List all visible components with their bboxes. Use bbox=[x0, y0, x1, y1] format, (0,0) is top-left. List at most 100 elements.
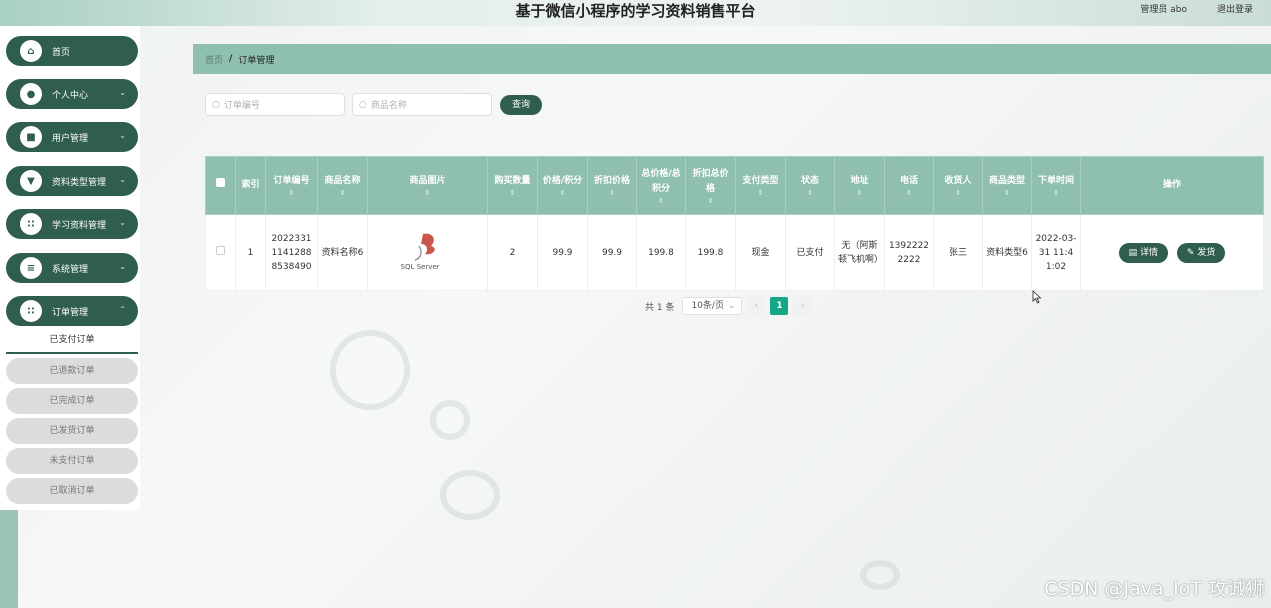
cell-discount-total: 199.8 bbox=[685, 214, 736, 291]
orders-table: 索引 订单编号 ⇕ 商品名称 ⇕ 商品图片 ⇕ 购买数量 ⇕ 价格/积分 ⇕ 折扣价格 ⇕ … bbox=[205, 156, 1264, 291]
sort-icon: ⇕ bbox=[1004, 189, 1010, 197]
sidebar-item-user-management[interactable]: ■ 用户管理 ⌄ bbox=[6, 122, 138, 152]
column-header[interactable]: 收货人 ⇕ bbox=[933, 156, 983, 215]
cell-phone: 13922222222 bbox=[884, 214, 934, 291]
column-header[interactable]: 折扣总价格 ⇕ bbox=[685, 156, 736, 215]
cell-address: 无（阿斯顿飞机啊） bbox=[834, 214, 885, 291]
edit-icon: ✎ bbox=[1186, 247, 1198, 258]
breadcrumb-separator: / bbox=[229, 54, 233, 64]
page-number-button[interactable]: 1 bbox=[770, 297, 789, 315]
sort-icon: ⇕ bbox=[955, 189, 961, 197]
breadcrumb-current: 订单管理 bbox=[238, 55, 275, 66]
product-name-input[interactable]: ○ 商品名称 bbox=[352, 93, 492, 116]
order-no-input[interactable]: ○ 订单编号 bbox=[205, 93, 345, 116]
list-icon: ≡ bbox=[20, 257, 42, 279]
pagination: 共 1 条 10条/页 ⌄ ‹ 1 › bbox=[645, 297, 812, 315]
submenu-paid-orders[interactable]: 已支付订单 bbox=[6, 326, 138, 354]
row-select-cell[interactable] bbox=[205, 214, 236, 291]
admin-user-label: 管理员 abo bbox=[1140, 5, 1187, 15]
column-header[interactable]: 总价格/总积分 ⇕ bbox=[636, 156, 686, 215]
select-all-checkbox[interactable] bbox=[216, 178, 225, 187]
type-icon: ▼ bbox=[20, 170, 42, 192]
column-header[interactable]: 地址 ⇕ bbox=[834, 156, 885, 215]
grid-icon: ∷ bbox=[20, 300, 42, 322]
cell-order-no: 202233111412888538490 bbox=[265, 214, 318, 291]
product-name-placeholder: 商品名称 bbox=[370, 101, 407, 111]
page-background bbox=[0, 0, 1271, 608]
column-header[interactable]: 商品图片 ⇕ bbox=[367, 156, 488, 215]
top-header: 基于微信小程序的学习资料销售平台 管理员 abo 退出登录 bbox=[0, 0, 1271, 26]
chevron-down-icon: ⌄ bbox=[119, 262, 126, 271]
sort-icon: ⇕ bbox=[757, 189, 764, 197]
submenu-refunded-orders[interactable]: 已退款订单 bbox=[6, 358, 138, 384]
sidebar-item-label: 首页 bbox=[52, 47, 71, 58]
cell-product-type: 资料类型6 bbox=[982, 214, 1032, 291]
next-page-button[interactable]: › bbox=[793, 297, 812, 315]
ship-button[interactable]: ✎ 发货 bbox=[1176, 242, 1226, 263]
sidebar-item-label: 个人中心 bbox=[52, 90, 89, 101]
column-header[interactable]: 电话 ⇕ bbox=[884, 156, 934, 215]
column-header[interactable]: 支付类型 ⇕ bbox=[735, 156, 786, 215]
sort-icon: ⇕ bbox=[856, 189, 863, 197]
sidebar-item-label: 系统管理 bbox=[52, 264, 89, 275]
sidebar-item-system[interactable]: ≡ 系统管理 ⌄ bbox=[6, 253, 138, 283]
sidebar-item-personal-center[interactable]: ● 个人中心 ⌄ bbox=[6, 79, 138, 109]
person-icon: ● bbox=[20, 83, 42, 105]
sort-icon: ⇕ bbox=[424, 189, 431, 197]
chevron-down-icon: ⌄ bbox=[119, 88, 126, 97]
breadcrumb-home[interactable]: 首页 bbox=[205, 53, 223, 66]
grid-icon: ∷ bbox=[20, 213, 42, 235]
chevron-down-icon: ⌄ bbox=[727, 301, 736, 311]
column-header[interactable]: 订单编号 ⇕ bbox=[265, 156, 318, 215]
column-header[interactable]: 状态 ⇕ bbox=[785, 156, 835, 215]
chevron-down-icon: ⌄ bbox=[119, 131, 126, 140]
watermark: CSDN @Java_IoT 攻诚狮 bbox=[1044, 578, 1265, 600]
sidebar-item-label: 用户管理 bbox=[52, 133, 89, 144]
cell-receiver: 张三 bbox=[933, 214, 983, 291]
sidebar-item-label: 资料类型管理 bbox=[52, 177, 107, 188]
user-icon: ■ bbox=[20, 126, 42, 148]
detail-button[interactable]: ▤ 详情 bbox=[1118, 242, 1169, 263]
submenu-completed-orders[interactable]: 已完成订单 bbox=[6, 388, 138, 414]
submenu-unpaid-orders[interactable]: 未支付订单 bbox=[6, 448, 138, 474]
product-image: SQL Server bbox=[393, 226, 463, 280]
prev-page-button[interactable]: ‹ bbox=[747, 297, 766, 315]
column-header: 索引 bbox=[235, 156, 266, 215]
cell-order-time: 2022-03-31 11:41:02 bbox=[1031, 214, 1081, 291]
submenu-shipped-orders[interactable]: 已发货订单 bbox=[6, 418, 138, 444]
chevron-down-icon: ⌄ bbox=[119, 175, 126, 184]
select-all-header[interactable] bbox=[205, 156, 236, 215]
column-header[interactable]: 购买数量 ⇕ bbox=[487, 156, 538, 215]
page-size-select[interactable]: 10条/页 ⌄ bbox=[682, 297, 743, 315]
search-button[interactable]: 查询 bbox=[500, 95, 542, 115]
image-caption: SQL Server bbox=[400, 262, 440, 271]
cell-pay-type: 现金 bbox=[735, 214, 786, 291]
sidebar-item-study-material[interactable]: ∷ 学习资料管理 ⌄ bbox=[6, 209, 138, 239]
sidebar-item-label: 订单管理 bbox=[52, 307, 89, 318]
cell-status: 已支付 bbox=[785, 214, 835, 291]
column-header[interactable]: 折扣价格 ⇕ bbox=[587, 156, 637, 215]
order-no-placeholder: 订单编号 bbox=[223, 101, 260, 111]
sidebar-item-material-type[interactable]: ▼ 资料类型管理 ⌄ bbox=[6, 166, 138, 196]
sidebar-item-orders[interactable]: ∷ 订单管理 ⌃ bbox=[6, 296, 138, 326]
cell-product-name: 资料名称6 bbox=[317, 214, 368, 291]
sort-icon: ⇕ bbox=[906, 189, 912, 197]
cell-quantity: 2 bbox=[487, 214, 538, 291]
sort-icon: ⇕ bbox=[339, 189, 346, 197]
row-checkbox[interactable] bbox=[216, 245, 225, 255]
home-icon: ⌂ bbox=[20, 40, 42, 62]
sort-icon: ⇕ bbox=[509, 189, 516, 197]
submenu-cancelled-orders[interactable]: 已取消订单 bbox=[6, 478, 138, 504]
breadcrumb: 首页 / 订单管理 bbox=[193, 44, 1271, 74]
chevron-up-icon: ⌃ bbox=[119, 305, 126, 314]
column-header[interactable]: 商品类型 ⇕ bbox=[982, 156, 1032, 215]
sidebar: ⌂ 首页 ● 个人中心 ⌄ ■ 用户管理 ⌄ ▼ 资料类型管理 ⌄ ∷ 学习资料… bbox=[0, 26, 187, 608]
mouse-cursor-icon bbox=[1032, 290, 1042, 307]
column-header[interactable]: 价格/积分 ⇕ bbox=[537, 156, 588, 215]
column-header[interactable]: 下单时间 ⇕ bbox=[1031, 156, 1081, 215]
column-header[interactable]: 商品名称 ⇕ bbox=[317, 156, 368, 215]
chevron-down-icon: ⌄ bbox=[119, 218, 126, 227]
table-header-row: 索引 订单编号 ⇕ 商品名称 ⇕ 商品图片 ⇕ 购买数量 ⇕ 价格/积分 ⇕ 折扣价格 ⇕ … bbox=[205, 156, 1264, 215]
sidebar-item-home[interactable]: ⌂ 首页 bbox=[6, 36, 138, 66]
logout-link[interactable]: 退出登录 bbox=[1217, 2, 1253, 15]
